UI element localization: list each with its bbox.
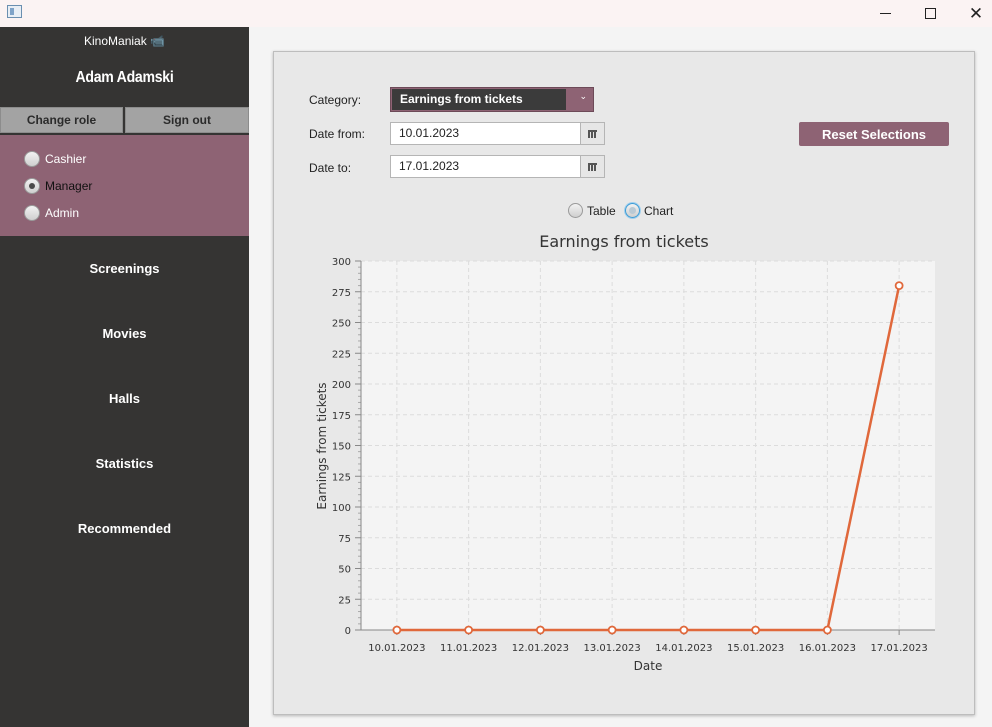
data-point [822,625,832,635]
earnings-chart: Earnings from tickets Date Earnings from… [315,232,935,673]
x-tick-label: 15.01.2023 [727,643,784,654]
x-tick-label: 12.01.2023 [512,643,569,654]
y-tick-label: 100 [332,503,351,514]
close-button[interactable]: ✕ [953,0,992,27]
nav-halls[interactable]: Halls [0,391,249,406]
y-tick-label: 125 [332,472,351,483]
x-tick-label: 10.01.2023 [368,643,425,654]
y-tick-label: 300 [332,257,351,268]
y-axis-label: Earnings from tickets [315,382,329,509]
data-point [679,625,689,635]
role-selector: Cashier Manager Admin [0,135,249,236]
role-radio-cashier[interactable] [24,151,40,167]
brand-label: KinoManiak 📹 [84,34,165,48]
main-area: Category: Earnings from tickets ⌄ Date f… [249,27,992,727]
y-tick-label: 250 [332,319,351,330]
y-tick-label: 175 [332,411,351,422]
role-option-admin[interactable]: Admin [24,204,79,222]
user-name: Adam Adamski [75,69,174,86]
sign-out-button[interactable]: Sign out [125,107,249,133]
nav-recommended[interactable]: Recommended [0,521,249,536]
x-tick-label: 16.01.2023 [799,643,856,654]
data-point [392,625,402,635]
x-tick-label: 14.01.2023 [655,643,712,654]
x-tick-label: 17.01.2023 [870,643,927,654]
maximize-icon [924,8,936,19]
nav-screenings[interactable]: Screenings [0,261,249,276]
role-label: Cashier [45,152,87,166]
role-label: Admin [45,206,80,220]
y-tick-label: 0 [345,626,351,637]
y-tick-label: 25 [338,595,351,606]
role-option-cashier[interactable]: Cashier [24,150,86,168]
y-tick-label: 275 [332,288,351,299]
minimize-button[interactable] [862,0,908,27]
data-point [607,625,617,635]
title-bar: ✕ [0,0,992,27]
x-tick-label: 13.01.2023 [583,643,640,654]
nav-statistics[interactable]: Statistics [0,456,249,471]
x-axis-label: Date [634,659,663,673]
minimize-icon [879,13,891,14]
data-point [535,625,545,635]
y-tick-label: 200 [332,380,351,391]
y-tick-label: 75 [338,534,351,545]
role-radio-admin[interactable] [24,205,40,221]
role-radio-manager[interactable] [24,178,40,194]
change-role-button[interactable]: Change role [0,107,123,133]
statistics-panel: Category: Earnings from tickets ⌄ Date f… [273,51,975,715]
role-option-manager[interactable]: Manager [24,177,92,195]
nav-movies[interactable]: Movies [0,326,249,341]
data-point [464,625,474,635]
data-point [751,625,761,635]
y-tick-label: 150 [332,442,351,453]
y-tick-label: 50 [338,565,351,576]
role-label: Manager [45,179,93,193]
app-icon [7,5,22,18]
data-point [894,281,904,291]
sidebar: KinoManiak 📹 Adam Adamski Change role Si… [0,27,249,727]
chart-title: Earnings from tickets [539,232,709,251]
maximize-button[interactable] [907,0,953,27]
y-tick-label: 225 [332,349,351,360]
x-tick-label: 11.01.2023 [440,643,497,654]
